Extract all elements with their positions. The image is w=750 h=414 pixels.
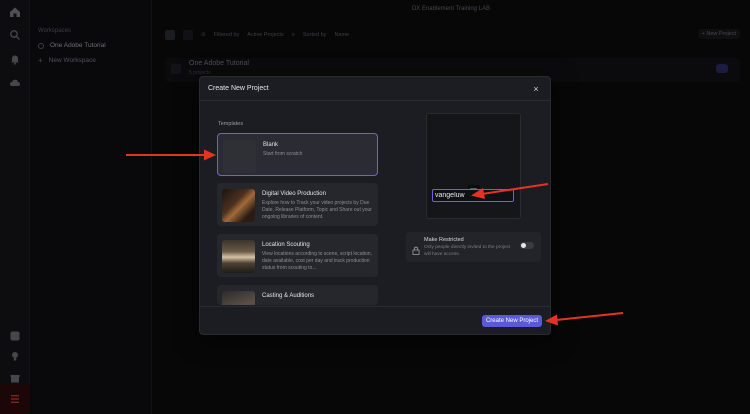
- template-thumbnail: [222, 189, 255, 222]
- template-description: Start from scratch: [263, 151, 303, 157]
- template-casting-auditions[interactable]: Casting & Auditions: [217, 285, 378, 305]
- dialog-title: Create New Project: [208, 85, 269, 92]
- template-name: Blank: [263, 142, 279, 148]
- project-name-input[interactable]: [432, 189, 514, 202]
- templates-label: Templates: [218, 121, 244, 127]
- template-location-scouting[interactable]: Location Scouting View locations accordi…: [217, 234, 378, 277]
- restrict-toggle[interactable]: [520, 242, 534, 249]
- make-restricted-panel: Make Restricted Only people directly inv…: [406, 232, 541, 262]
- restrict-description: Only people directly invited to the proj…: [424, 245, 511, 257]
- template-thumbnail: [222, 291, 255, 305]
- create-project-button[interactable]: Create New Project: [481, 315, 542, 327]
- dialog-footer: Create New Project: [200, 306, 550, 334]
- template-thumbnail: [222, 240, 255, 273]
- toggle-knob: [521, 243, 526, 248]
- template-name: Digital Video Production: [262, 191, 326, 197]
- template-description: Explore how to Track your video projects…: [262, 200, 372, 220]
- dialog-header: Create New Project ×: [200, 77, 550, 101]
- template-thumbnail: [223, 140, 256, 173]
- restrict-title: Make Restricted: [424, 237, 464, 243]
- template-name: Location Scouting: [262, 242, 310, 248]
- project-preview: [426, 113, 521, 219]
- template-digital-video-production[interactable]: Digital Video Production Explore how to …: [217, 183, 378, 226]
- template-name: Casting & Auditions: [262, 293, 315, 299]
- create-project-dialog: Create New Project × Templates Blank Sta…: [199, 76, 551, 335]
- close-icon[interactable]: ×: [530, 83, 542, 95]
- template-description: View locations according to scene, scrip…: [262, 251, 372, 271]
- lock-icon: [412, 242, 420, 255]
- template-blank[interactable]: Blank Start from scratch: [217, 133, 378, 176]
